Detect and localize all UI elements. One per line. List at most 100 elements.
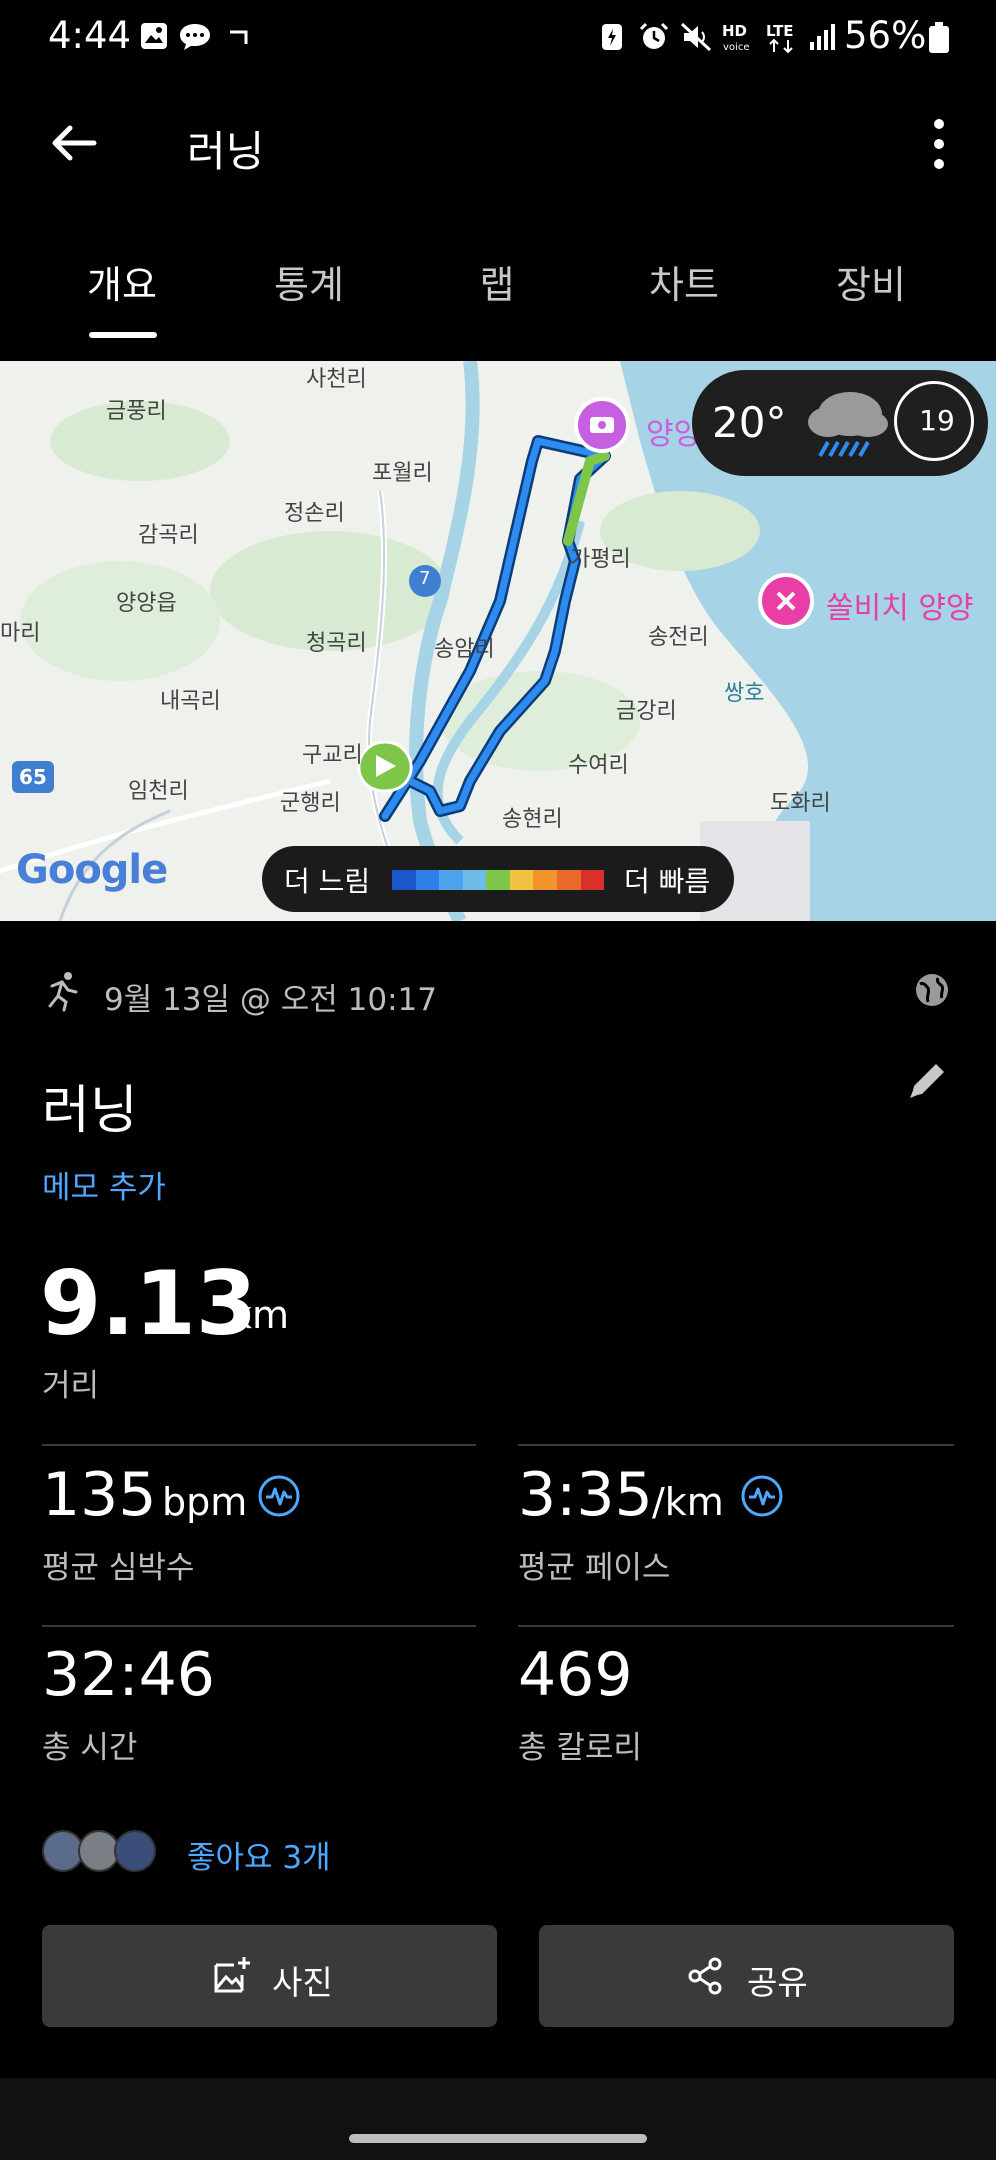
avg-pace-label: 평균 페이스 bbox=[518, 1550, 671, 1586]
avg-heart-rate-value: 135 bbox=[42, 1460, 157, 1530]
map-label: 감곡리 bbox=[138, 523, 199, 548]
avatar[interactable] bbox=[114, 1830, 156, 1872]
map-poi-label: 쏠비치 양양 bbox=[826, 591, 974, 626]
legend-color-swatch bbox=[439, 870, 463, 890]
back-arrow-icon[interactable] bbox=[48, 118, 98, 168]
hd-voice-icon: HD voice bbox=[722, 22, 749, 53]
avg-heart-rate-unit: bpm bbox=[162, 1480, 248, 1524]
likes-link[interactable]: 좋아요 3개 bbox=[187, 1832, 331, 1877]
weather-temperature: 20° bbox=[712, 398, 787, 447]
legend-color-swatch bbox=[509, 870, 534, 890]
map-label: 정손리 bbox=[284, 501, 345, 526]
navigation-bar bbox=[0, 2078, 996, 2160]
avg-heart-rate-label: 평균 심박수 bbox=[42, 1550, 195, 1586]
divider bbox=[518, 1625, 954, 1627]
svg-text:voice: voice bbox=[723, 42, 749, 53]
map-label: 양양읍 bbox=[116, 591, 177, 616]
map-label: 송전리 bbox=[648, 625, 709, 650]
add-memo-link[interactable]: 메모 추가 bbox=[42, 1162, 166, 1207]
map-label: 포월리 bbox=[372, 461, 433, 486]
weather-value: 19 bbox=[919, 404, 955, 437]
route-map[interactable]: 사천리 금풍리 포월리 정손리 감곡리 가평리 양양읍 청곡리 송암리 송전리 … bbox=[0, 361, 996, 921]
alarm-icon bbox=[639, 22, 669, 49]
map-label: 도화리 bbox=[770, 791, 831, 816]
map-label: 가평리 bbox=[570, 547, 631, 572]
total-time-label: 총 시간 bbox=[42, 1730, 138, 1766]
signal-icon bbox=[810, 24, 835, 50]
heart-rate-chart-icon[interactable] bbox=[257, 1474, 301, 1518]
map-label: 사천리 bbox=[306, 367, 367, 392]
divider bbox=[42, 1444, 476, 1446]
share-button-label: 공유 bbox=[747, 1963, 808, 2002]
highway-number: 7 bbox=[419, 568, 431, 589]
status-bar: 4:44 HD voice LTE 56% bbox=[0, 0, 996, 76]
total-calories-value: 469 bbox=[518, 1640, 633, 1710]
divider bbox=[42, 1625, 476, 1627]
add-photo-icon bbox=[214, 1957, 250, 1993]
battery-icon bbox=[929, 22, 949, 53]
page-title: 러닝 bbox=[187, 127, 265, 176]
tab-gear[interactable]: 장비 bbox=[796, 254, 946, 309]
app-bar bbox=[0, 90, 996, 200]
map-label: 구교리 bbox=[302, 743, 363, 768]
map-label: 청곡리 bbox=[306, 631, 367, 656]
avg-pace-value: 3:35 bbox=[518, 1460, 653, 1530]
weather-indicator: 19 bbox=[894, 381, 974, 461]
edit-pencil-icon[interactable] bbox=[906, 1058, 950, 1102]
legend-fast-label: 더 빠름 bbox=[624, 865, 711, 898]
distance-label: 거리 bbox=[42, 1368, 100, 1404]
battery-saver-icon bbox=[602, 24, 622, 50]
running-icon bbox=[48, 972, 78, 1012]
battery-percent: 56% bbox=[844, 14, 927, 57]
tab-indicator bbox=[89, 332, 157, 338]
map-label: 군행리 bbox=[280, 791, 341, 816]
map-label: 송암리 bbox=[434, 637, 495, 662]
mute-icon bbox=[680, 22, 712, 52]
map-label: 수여리 bbox=[568, 753, 629, 778]
photo-button-label: 사진 bbox=[272, 1963, 333, 2002]
message-icon bbox=[180, 24, 210, 50]
gallery-icon bbox=[141, 23, 167, 49]
notification-icon bbox=[230, 30, 248, 44]
map-label: 쌍호 bbox=[724, 681, 765, 706]
share-button[interactable]: 공유 bbox=[539, 1925, 954, 2027]
total-time-value: 32:46 bbox=[42, 1640, 215, 1710]
photo-button[interactable]: 사진 bbox=[42, 1925, 497, 2027]
home-indicator[interactable] bbox=[349, 2134, 647, 2143]
legend-color-bar bbox=[392, 870, 605, 890]
activity-date: 9월 13일 @ 오전 10:17 bbox=[104, 982, 438, 1018]
svg-text:HD: HD bbox=[722, 22, 747, 40]
legend-color-swatch bbox=[392, 870, 416, 890]
status-time: 4:44 bbox=[48, 14, 132, 57]
activity-name: 러닝 bbox=[42, 1081, 138, 1141]
map-label: 금풍리 bbox=[106, 399, 167, 424]
tab-laps[interactable]: 랩 bbox=[422, 254, 572, 309]
tab-stats[interactable]: 통계 bbox=[234, 254, 384, 309]
lte-icon: LTE bbox=[766, 22, 794, 54]
highway-number: 65 bbox=[19, 765, 47, 789]
legend-color-swatch bbox=[556, 870, 581, 890]
map-label: 내곡리 bbox=[160, 689, 221, 714]
tab-overview[interactable]: 개요 bbox=[47, 254, 197, 309]
share-icon bbox=[688, 1957, 722, 1995]
map-label: 송현리 bbox=[502, 807, 563, 832]
legend-color-swatch bbox=[415, 870, 440, 890]
legend-slow-label: 더 느림 bbox=[284, 865, 371, 898]
tab-charts[interactable]: 차트 bbox=[609, 254, 759, 309]
legend-color-swatch bbox=[486, 870, 510, 890]
map-label: 금강리 bbox=[616, 699, 677, 724]
pace-chart-icon[interactable] bbox=[740, 1474, 784, 1518]
map-label: 임천리 bbox=[128, 779, 189, 804]
google-logo: Google bbox=[16, 847, 168, 893]
divider bbox=[518, 1444, 954, 1446]
map-label: 마리 bbox=[0, 621, 41, 646]
total-calories-label: 총 칼로리 bbox=[518, 1730, 642, 1766]
legend-color-swatch bbox=[462, 870, 487, 890]
distance-unit: km bbox=[230, 1293, 290, 1337]
speed-legend: 더 느림 더 빠름 bbox=[262, 846, 734, 912]
rain-cloud-icon bbox=[808, 392, 888, 457]
more-options-icon[interactable] bbox=[924, 116, 954, 172]
legend-color-swatch bbox=[533, 870, 557, 890]
legend-color-swatch bbox=[580, 870, 605, 890]
globe-icon[interactable] bbox=[914, 972, 950, 1008]
